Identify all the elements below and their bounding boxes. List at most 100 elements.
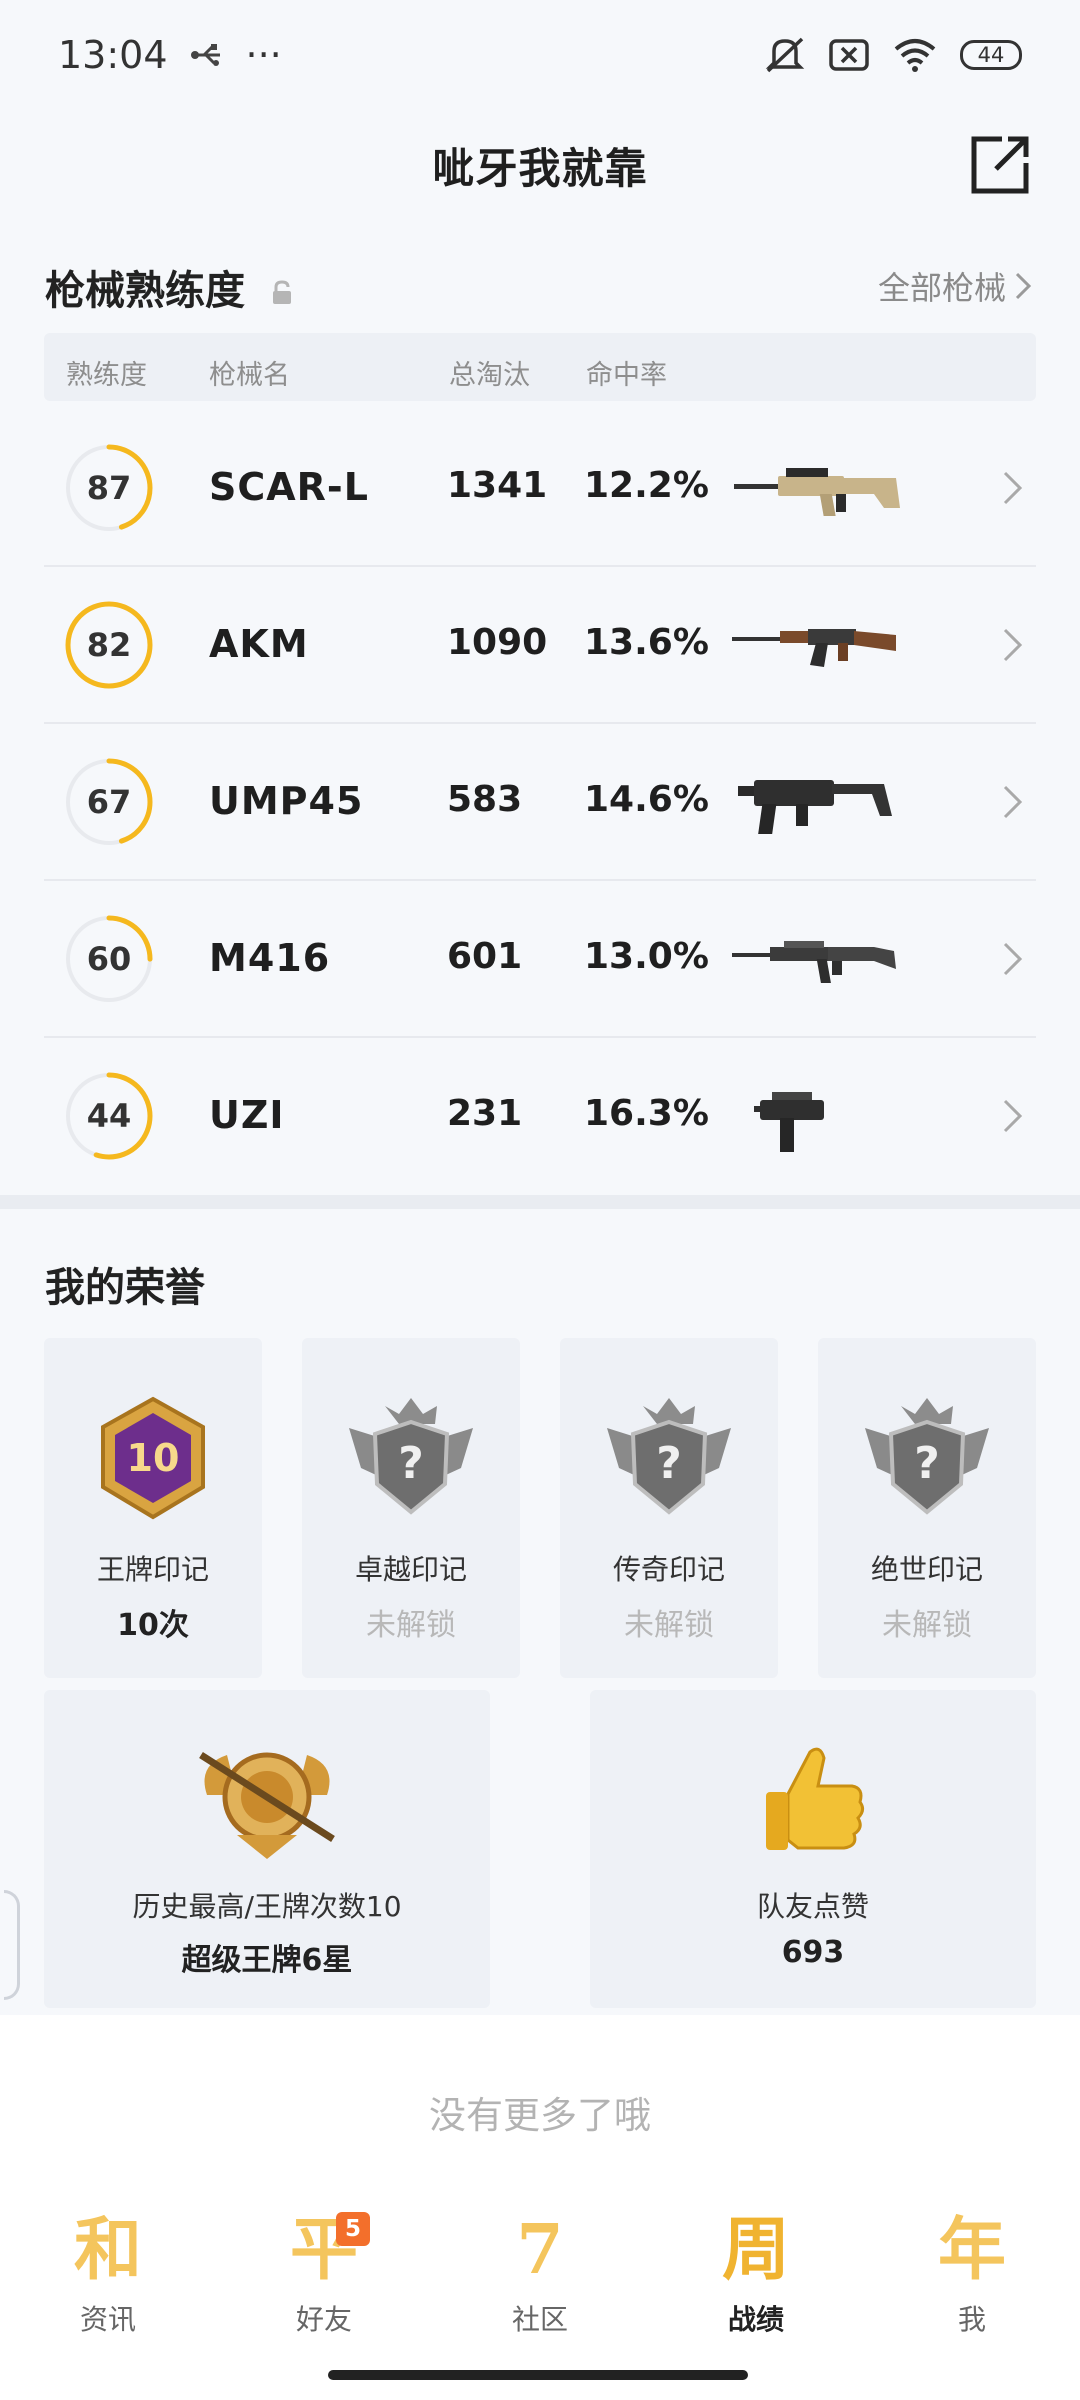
honor-value: 693 (781, 1935, 845, 1970)
no-more-text: 没有更多了哦 (429, 2094, 651, 2137)
svg-text:?: ? (656, 1438, 682, 1489)
gun-accuracy: 13.6% (584, 622, 709, 663)
more-status-dots: ··· (245, 33, 282, 77)
nav-item-me[interactable]: 年 我 (864, 2200, 1080, 2350)
status-bar: 13:04 ··· 44 (0, 0, 1080, 110)
honor-card-excellence[interactable]: ? 卓越印记 未解锁 (302, 1338, 520, 1678)
gun-accuracy: 13.0% (584, 936, 709, 977)
nav-label: 战绩 (727, 2303, 784, 2336)
mastery-table-header: 熟练度 枪械名 总淘汰 命中率 (44, 333, 1036, 401)
chevron-right-icon (1003, 1099, 1023, 1133)
locked-emblem-icon: ? (607, 1398, 731, 1515)
honor-value: 未解锁 (882, 1608, 972, 1643)
gun-name: AKM (209, 622, 309, 666)
wifi-icon (894, 39, 936, 72)
mastery-level: 44 (86, 1097, 132, 1135)
scar-l-rifle-icon (734, 468, 900, 516)
chevron-right-icon (1015, 272, 1032, 300)
uzi-smg-icon (754, 1092, 824, 1152)
gun-kills: 231 (447, 1093, 523, 1134)
gun-name: M416 (209, 936, 331, 980)
lock-icon (272, 280, 291, 304)
mastery-level: 60 (86, 940, 132, 978)
page-title: 呲牙我就靠 (432, 143, 648, 193)
gun-list: 87 SCAR-L 1341 12.2% 82 AKM 1090 13.6% 6… (44, 410, 1036, 1195)
ace-emblem-number: 10 (127, 1436, 180, 1480)
gun-row[interactable]: 44 UZI 231 16.3% (44, 1038, 1036, 1195)
gun-row[interactable]: 82 AKM 1090 13.6% (44, 567, 1036, 724)
nav-item-community[interactable]: 7 社区 (432, 2200, 648, 2350)
mute-icon (765, 37, 805, 73)
chevron-right-icon (1003, 785, 1023, 819)
gun-kills: 601 (447, 936, 523, 977)
clock: 13:04 (58, 33, 168, 77)
thumbs-up-icon (766, 1747, 865, 1850)
chevron-right-icon (1003, 471, 1023, 505)
column-gun-name: 枪械名 (209, 360, 290, 391)
honor-value: 未解锁 (624, 1608, 714, 1643)
honor-label: 队友点赞 (756, 1890, 869, 1923)
ace-emblem-icon: 10 (101, 1396, 205, 1520)
mastery-level: 67 (86, 783, 132, 821)
super-ace-badge-icon (199, 1752, 335, 1859)
honor-value: 10次 (117, 1608, 189, 1643)
honors-section-title: 我的荣誉 (45, 1265, 205, 1311)
gun-kills: 1090 (447, 622, 548, 663)
gun-kills: 583 (447, 779, 523, 820)
share-icon[interactable] (968, 133, 1032, 197)
gun-name: SCAR-L (209, 465, 369, 509)
home-indicator[interactable] (328, 2370, 748, 2380)
honor-value: 未解锁 (366, 1608, 456, 1643)
mastery-level: 87 (86, 469, 132, 507)
honor-card-likes[interactable]: 队友点赞 693 (590, 1690, 1036, 2008)
gun-name: UMP45 (209, 779, 364, 823)
no-sim-icon (829, 39, 869, 71)
akm-rifle-icon (732, 629, 896, 667)
honor-card-legend[interactable]: ? 传奇印记 未解锁 (560, 1338, 778, 1678)
page-header: 呲牙我就靠 (0, 110, 1080, 220)
gun-row[interactable]: 67 UMP45 583 14.6% (44, 724, 1036, 881)
column-kills: 总淘汰 (449, 360, 530, 391)
honor-label: 传奇印记 (612, 1553, 725, 1586)
column-accuracy: 命中率 (586, 360, 667, 391)
nav-label: 社区 (511, 2303, 568, 2336)
chevron-right-icon (1003, 628, 1023, 662)
nav-label: 好友 (295, 2303, 352, 2336)
honor-label: 王牌印记 (96, 1553, 209, 1586)
honor-label: 历史最高/王牌次数10 (132, 1890, 402, 1923)
all-guns-label: 全部枪械 (877, 269, 1006, 307)
locked-emblem-icon: ? (865, 1398, 989, 1515)
ump45-smg-icon (738, 780, 892, 834)
usb-icon (190, 44, 220, 66)
gun-name: UZI (209, 1093, 285, 1137)
chevron-right-icon (1003, 942, 1023, 976)
bottom-nav: 和 资讯 平 5 好友 7 社区 周 战绩 年 我 (0, 2200, 1080, 2350)
honor-label: 绝世印记 (870, 1553, 983, 1586)
notification-badge: 5 (336, 2212, 370, 2246)
mastery-level: 82 (86, 626, 132, 664)
nav-item-friends[interactable]: 平 5 好友 (216, 2200, 432, 2350)
honor-card-highest-rank[interactable]: 历史最高/王牌次数10 超级王牌6星 (44, 1690, 490, 2008)
gun-accuracy: 14.6% (584, 779, 709, 820)
locked-emblem-icon: ? (349, 1398, 473, 1515)
nav-item-news[interactable]: 和 资讯 (0, 2200, 216, 2350)
m416-rifle-icon (732, 941, 896, 983)
edge-swipe-handle[interactable] (4, 1890, 20, 2000)
svg-text:?: ? (914, 1438, 940, 1489)
gun-kills: 1341 (447, 465, 548, 506)
all-guns-link[interactable]: 全部枪械 (878, 263, 1032, 309)
nav-item-records[interactable]: 周 战绩 (648, 2200, 864, 2350)
gun-row[interactable]: 87 SCAR-L 1341 12.2% (44, 410, 1036, 567)
svg-text:?: ? (398, 1438, 424, 1489)
honor-label: 卓越印记 (354, 1553, 467, 1586)
section-divider (0, 1195, 1080, 1209)
mastery-section-title: 枪械熟练度 (45, 258, 293, 316)
gun-row[interactable]: 60 M416 601 13.0% (44, 881, 1036, 1038)
nav-records-icon: 周 (721, 2210, 790, 2290)
mastery-title-text: 枪械熟练度 (45, 268, 245, 314)
nav-me-icon: 年 (937, 2210, 1006, 2290)
gun-accuracy: 12.2% (584, 465, 709, 506)
battery-indicator: 44 (960, 40, 1022, 70)
honor-card-ace[interactable]: 10 王牌印记 10次 (44, 1338, 262, 1678)
honor-card-peerless[interactable]: ? 绝世印记 未解锁 (818, 1338, 1036, 1678)
